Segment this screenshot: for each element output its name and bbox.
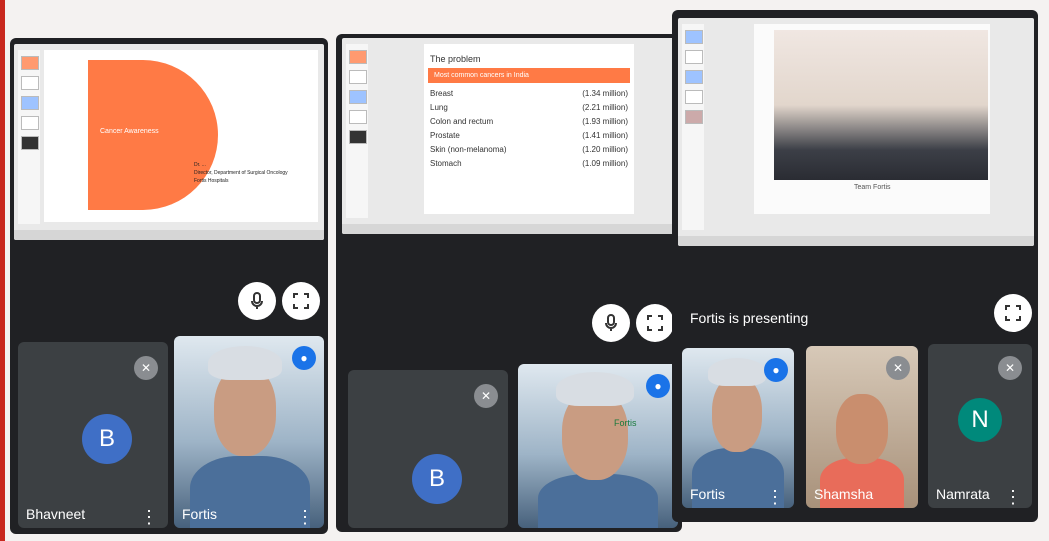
fullscreen-button[interactable]	[282, 282, 320, 320]
participant-name: Bhavneet	[26, 506, 86, 522]
fullscreen-icon	[1005, 305, 1021, 321]
slide-highlight: Most common cancers in India	[428, 68, 630, 83]
slide-thumb[interactable]	[349, 90, 367, 104]
speaking-icon: ●	[764, 358, 788, 382]
slide-thumb[interactable]	[349, 110, 367, 124]
mic-button[interactable]	[238, 282, 276, 320]
cap-shape	[208, 346, 282, 380]
presenter-line: Fortis Hospitals	[194, 178, 229, 184]
participant-name: Fortis	[614, 418, 637, 428]
slide-thumb[interactable]	[21, 56, 39, 70]
cancer-row: Skin (non-melanoma) (1.20 million)	[430, 145, 628, 154]
mic-button[interactable]	[592, 304, 630, 342]
mic-icon	[251, 292, 263, 309]
shared-slide: Team Fortis	[678, 18, 1034, 246]
mic-off-icon: ✕	[474, 384, 498, 408]
shared-slide: The problem Most common cancers in India…	[342, 38, 676, 234]
presenter-line: Dr. ...	[194, 162, 206, 168]
slide-thumb[interactable]	[21, 96, 39, 110]
slide-canvas: Cancer Awareness Dr. ... Director, Depar…	[44, 50, 318, 222]
slide-title: The problem	[430, 54, 481, 64]
meet-window-2: The problem Most common cancers in India…	[336, 34, 682, 532]
mic-off-icon: ✕	[886, 356, 910, 380]
fullscreen-button[interactable]	[636, 304, 674, 342]
slide-thumbnails[interactable]	[18, 50, 40, 224]
cap-shape	[708, 358, 766, 386]
slide-thumb[interactable]	[21, 136, 39, 150]
participant-name: Fortis	[690, 486, 725, 502]
slide-thumb[interactable]	[685, 30, 703, 44]
slide-thumb[interactable]	[685, 50, 703, 64]
more-options-icon[interactable]: ⋮	[766, 488, 784, 506]
mic-off-icon: ✕	[998, 356, 1022, 380]
orange-shape	[88, 60, 218, 210]
slide-thumb[interactable]	[21, 76, 39, 90]
participant-name: Fortis	[182, 506, 217, 522]
photo-caption: Team Fortis	[854, 184, 891, 191]
participant-tile[interactable]: ● Fortis ⋮	[174, 336, 324, 528]
cancer-row: Lung (2.21 million)	[430, 103, 628, 112]
speaking-icon: ●	[646, 374, 670, 398]
shared-slide: Cancer Awareness Dr. ... Director, Depar…	[14, 44, 324, 240]
participant-tile[interactable]: ✕ B	[348, 370, 508, 528]
avatar: N	[958, 398, 1002, 442]
participant-tile[interactable]: ● Fortis ⋮	[682, 348, 794, 508]
presenting-label: Fortis is presenting	[690, 310, 809, 326]
avatar: B	[412, 454, 462, 504]
participant-tile[interactable]: ✕ N Namrata ⋮	[928, 344, 1032, 508]
fullscreen-icon	[647, 315, 663, 331]
slide-title: Cancer Awareness	[100, 128, 159, 135]
meet-window-3: Team Fortis Fortis is presenting ● Forti…	[672, 10, 1038, 522]
slide-thumb[interactable]	[685, 70, 703, 84]
slide-thumb[interactable]	[685, 90, 703, 104]
speaking-icon: ●	[292, 346, 316, 370]
more-options-icon[interactable]: ⋮	[140, 508, 158, 526]
participant-name: Namrata	[936, 486, 990, 502]
slide-thumb[interactable]	[685, 110, 703, 124]
app-status-bar	[678, 236, 1034, 246]
participant-name: Shamsha	[814, 486, 874, 502]
face-shape	[712, 376, 762, 452]
slide-canvas: The problem Most common cancers in India…	[424, 44, 634, 214]
mic-icon	[605, 314, 617, 331]
cancer-row: Stomach (1.09 million)	[430, 159, 628, 168]
avatar: B	[82, 414, 132, 464]
cap-shape	[556, 372, 634, 406]
slide-thumb[interactable]	[349, 70, 367, 84]
slide-thumb[interactable]	[349, 50, 367, 64]
participant-tile[interactable]: ✕ B Bhavneet ⋮	[18, 342, 168, 528]
more-options-icon[interactable]: ⋮	[296, 508, 314, 526]
participant-tile[interactable]: ● Fortis	[518, 364, 678, 528]
cancer-row: Breast (1.34 million)	[430, 89, 628, 98]
slide-thumbnails[interactable]	[346, 44, 368, 218]
cancer-row: Colon and rectum (1.93 million)	[430, 117, 628, 126]
slide-thumb[interactable]	[349, 130, 367, 144]
mic-off-icon: ✕	[134, 356, 158, 380]
slide-canvas: Team Fortis	[754, 24, 990, 214]
fullscreen-icon	[293, 293, 309, 309]
participant-tile[interactable]: ✕ Shamsha	[806, 346, 918, 508]
slide-thumbnails[interactable]	[682, 24, 704, 230]
presenter-line: Director, Department of Surgical Oncolog…	[194, 170, 288, 176]
scrubs-shape	[538, 474, 658, 528]
page-edge-accent	[0, 0, 5, 541]
more-options-icon[interactable]: ⋮	[1004, 488, 1022, 506]
app-status-bar	[14, 230, 324, 240]
fullscreen-button[interactable]	[994, 294, 1032, 332]
app-status-bar	[342, 224, 676, 234]
meet-window-1: Cancer Awareness Dr. ... Director, Depar…	[10, 38, 328, 534]
slide-thumb[interactable]	[21, 116, 39, 130]
group-photo	[774, 30, 988, 180]
cancer-row: Prostate (1.41 million)	[430, 131, 628, 140]
face-shape	[836, 394, 888, 464]
